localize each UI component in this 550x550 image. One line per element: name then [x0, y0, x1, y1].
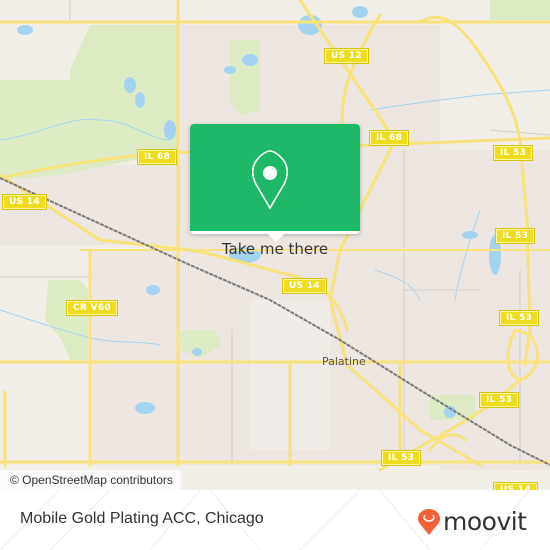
location-popup: Take me there [190, 124, 360, 258]
city-label: Palatine [322, 355, 366, 368]
popup-pointer [268, 234, 284, 242]
route-shield: US 14 [2, 194, 47, 210]
route-shield: IL 53 [380, 450, 422, 466]
urban-area [440, 150, 550, 470]
route-shield: IL 53 [492, 145, 534, 161]
route-shield: IL 68 [368, 130, 410, 146]
lake [135, 92, 145, 108]
popup-header [190, 124, 360, 231]
moovit-pin-smile-icon [418, 508, 440, 535]
park-area [230, 40, 260, 115]
route-shield: IL 68 [136, 149, 178, 165]
urban-area [90, 250, 180, 465]
map-attribution[interactable]: © OpenStreetMap contributors [0, 470, 181, 490]
park-area [45, 280, 88, 360]
lake [224, 66, 236, 74]
lake [242, 54, 258, 66]
lake [192, 348, 202, 356]
place-title: Mobile Gold Plating ACC, Chicago [20, 510, 264, 527]
map-pin-icon [251, 150, 289, 210]
lake [135, 402, 155, 414]
route-shield: IL 53 [494, 228, 536, 244]
lake [146, 285, 160, 295]
lake [462, 231, 478, 239]
moovit-logo[interactable]: moovit [418, 507, 527, 536]
route-shield: CR V60 [66, 300, 118, 316]
lake [164, 120, 176, 140]
route-shield: US 14 [282, 278, 327, 294]
route-shield: IL 53 [498, 310, 540, 326]
route-shield: IL 53 [478, 392, 520, 408]
brand-name: moovit [443, 507, 527, 536]
route-shield: US 12 [324, 48, 369, 64]
park-area [490, 0, 550, 20]
lake [17, 25, 33, 35]
route-shield: US 14 [493, 482, 538, 490]
lake [352, 6, 368, 18]
lake [124, 77, 136, 93]
